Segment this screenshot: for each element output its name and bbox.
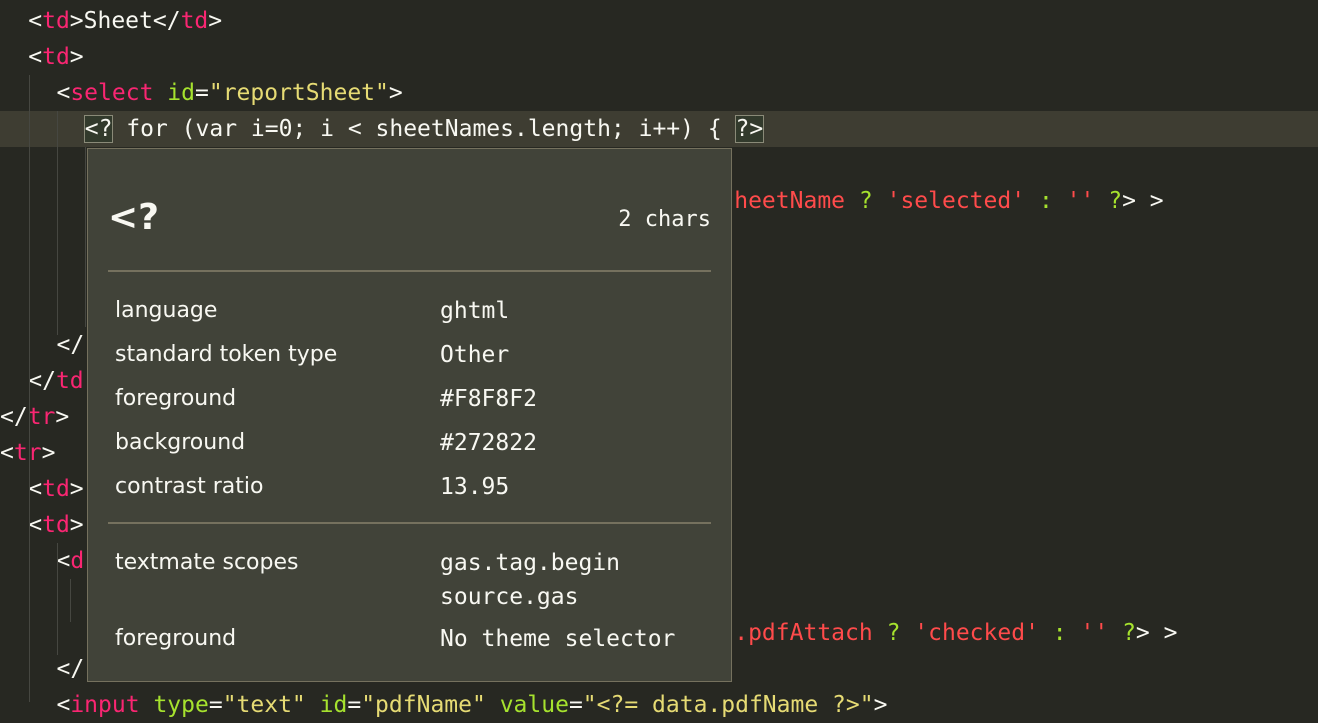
code-token: > [41, 440, 56, 466]
code-token: '' [1080, 620, 1109, 646]
code-token: type [153, 692, 209, 718]
code-token: = [568, 692, 583, 718]
code-token: "pdfName" [361, 692, 486, 718]
code-token: id [319, 692, 348, 718]
token-inspector-popup: <? 2 chars language ghtml standard token … [87, 148, 732, 682]
code-line[interactable]: <input type="text" id="pdfName" value="<… [0, 687, 1318, 723]
matched-bracket: ?> [734, 115, 765, 143]
code-line[interactable]: <? for (var i=0; i < sheetNames.length; … [0, 111, 1318, 147]
code-token: </ [0, 404, 28, 430]
code-token: > [69, 44, 84, 70]
code-token: tr [13, 440, 42, 466]
code-token: < [56, 80, 71, 106]
code-token: ? [886, 620, 901, 646]
code-token: heetName [734, 188, 846, 214]
inspector-row-theme-foreground: foreground No theme selector [115, 626, 676, 652]
code-token: < [28, 476, 43, 502]
code-token: "text" [222, 692, 306, 718]
code-line[interactable]: <td>Sheet</td> [0, 3, 1318, 39]
code-line[interactable]: <td> [0, 39, 1318, 75]
code-token: "<?= data.pdfName ?>" [582, 692, 874, 718]
code-token: id [167, 80, 195, 106]
code-token: ? [1108, 188, 1123, 214]
code-token: : [1038, 188, 1053, 214]
code-token: td [42, 512, 70, 538]
code-token: 'selected' [886, 188, 1026, 214]
code-token: tr [27, 404, 56, 430]
code-token: td [180, 8, 209, 34]
code-token: < [56, 548, 71, 574]
code-token: > [208, 8, 223, 34]
code-token: 'checked' [914, 620, 1039, 646]
indent-guide [70, 579, 71, 622]
indent-guide [85, 147, 86, 327]
code-token: td [55, 368, 84, 394]
code-token: '' [1066, 188, 1095, 214]
code-token: </ [56, 332, 85, 358]
code-token: < [28, 8, 43, 34]
code-token: td [42, 44, 70, 70]
code-token: td [42, 8, 70, 34]
code-token: >Sheet</ [69, 8, 181, 34]
inspector-row-scopes: textmate scopes gas.tag.begin [115, 550, 621, 576]
code-token: for (var i=0; i < sheetNames.length; i++… [112, 116, 736, 142]
code-token: < [0, 440, 14, 466]
code-token: > > [1122, 188, 1164, 214]
indent-guide [29, 75, 30, 702]
indent-guide [57, 543, 58, 655]
indent-guide [57, 111, 58, 335]
code-token: </ [28, 368, 56, 394]
code-token: > [69, 476, 84, 502]
code-token: ? [858, 188, 873, 214]
inspector-row-foreground: foreground #F8F8F2 [115, 386, 537, 412]
code-token: d [70, 548, 85, 574]
code-token: = [194, 80, 209, 106]
code-token: < [56, 692, 71, 718]
code-token: < [28, 512, 43, 538]
divider [108, 270, 711, 272]
code-token: > [388, 80, 403, 106]
inspector-row-scopes-2: source.gas [440, 584, 579, 610]
code-token: td [42, 476, 70, 502]
code-token: input [70, 692, 140, 718]
code-token: select [70, 80, 154, 106]
code-line[interactable]: <select id="reportSheet"> [0, 75, 1318, 111]
code-token: > [873, 692, 888, 718]
code-token: > [69, 512, 84, 538]
inspector-token-length: 2 chars [618, 207, 711, 232]
inspector-token: <? [108, 197, 160, 238]
divider [108, 522, 711, 524]
matched-bracket: <? [83, 115, 114, 143]
code-token: = [347, 692, 362, 718]
code-token: = [208, 692, 223, 718]
code-token: "reportSheet" [208, 80, 389, 106]
code-token: : [1052, 620, 1067, 646]
code-token: < [28, 44, 43, 70]
inspector-row-background: background #272822 [115, 430, 537, 456]
code-token: > [55, 404, 70, 430]
code-token: .pdfAttach [734, 620, 873, 646]
inspector-row-token-type: standard token type Other [115, 342, 510, 368]
inspector-row-contrast: contrast ratio 13.95 [115, 474, 510, 500]
code-token: > > [1135, 620, 1178, 646]
code-token: value [499, 692, 569, 718]
code-token: ? [1122, 620, 1136, 646]
inspector-row-language: language ghtml [115, 298, 510, 324]
code-token: </ [56, 656, 85, 682]
